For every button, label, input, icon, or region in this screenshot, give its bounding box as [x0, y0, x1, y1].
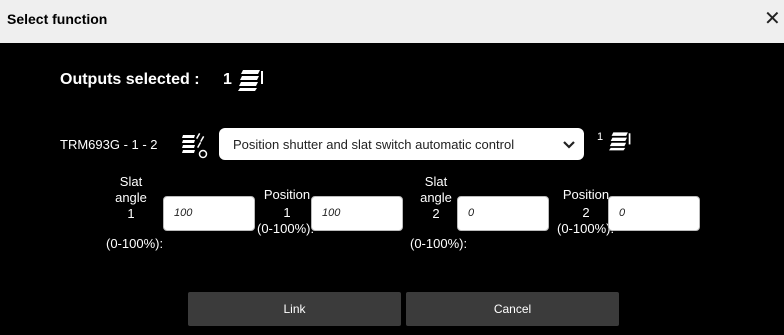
- stacked-outputs-icon: [238, 68, 266, 97]
- slat-angle-2-label: Slat angle 2: [420, 174, 452, 221]
- cancel-button[interactable]: Cancel: [406, 292, 619, 326]
- position-2-label: Position 2: [562, 187, 610, 220]
- dialog-titlebar: Select function ✕: [0, 0, 784, 43]
- function-select-value: Position shutter and slat switch automat…: [233, 137, 515, 152]
- stacked-outputs-icon: [609, 130, 633, 157]
- device-label: TRM693G - 1 - 2: [60, 137, 158, 152]
- position-2-input[interactable]: 0: [608, 196, 700, 231]
- chevron-down-icon: [563, 138, 575, 153]
- position-1-label: Position 1: [263, 187, 311, 220]
- slat-angle-1-input[interactable]: 100: [163, 196, 255, 231]
- position-1-range: (0-100%):: [257, 221, 315, 236]
- slat-angle-2-range: (0-100%):: [410, 236, 468, 251]
- slat-angle-2-input[interactable]: 0: [457, 196, 549, 231]
- link-button[interactable]: Link: [188, 292, 401, 326]
- slat-angle-1-range: (0-100%):: [106, 236, 164, 251]
- shutter-output-icon: [181, 131, 209, 164]
- dialog-title: Select function: [7, 11, 108, 27]
- device-output-count: 1: [597, 131, 604, 143]
- position-1-input[interactable]: 100: [311, 196, 403, 231]
- outputs-selected-label: Outputs selected :: [60, 71, 200, 88]
- close-icon[interactable]: ✕: [764, 9, 781, 29]
- outputs-selected-count: 1: [223, 71, 232, 88]
- position-2-range: (0-100%):: [557, 221, 615, 236]
- slat-angle-1-label: Slat angle 1: [115, 174, 147, 221]
- function-select[interactable]: Position shutter and slat switch automat…: [219, 128, 584, 160]
